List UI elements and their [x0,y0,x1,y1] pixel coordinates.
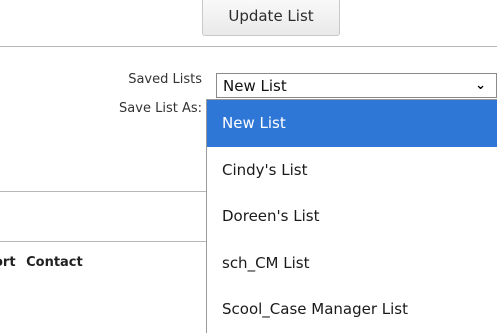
saved-lists-label: Saved Lists [128,72,202,87]
chevron-down-icon[interactable]: ⌄ [475,78,486,93]
column-header-partial: ort [0,255,16,270]
saved-lists-select[interactable]: New List ⌄ [216,73,497,98]
top-divider [0,46,497,47]
dropdown-option-cindys-list[interactable]: Cindy's List [207,147,497,194]
save-list-as-label: Save List As: [119,101,202,116]
dropdown-option-doreens-list[interactable]: Doreen's List [207,193,497,240]
selected-value: New List [223,76,287,95]
dropdown-option-new-list[interactable]: New List [207,100,497,147]
update-list-button[interactable]: Update List [202,0,340,36]
saved-lists-dropdown[interactable]: New List Cindy's List Doreen's List sch_… [206,99,497,333]
table-header: ort Contact [0,255,83,270]
dropdown-option-sch-cm-list[interactable]: sch_CM List [207,240,497,287]
column-header-contact[interactable]: Contact [26,255,83,270]
dropdown-option-scool-case-manager-list[interactable]: Scool_Case Manager List [207,286,497,333]
